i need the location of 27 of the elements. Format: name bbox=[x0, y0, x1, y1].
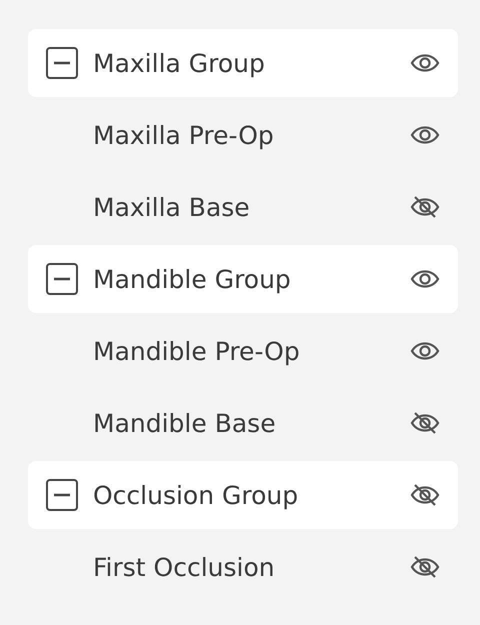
layer-label: Mandible Base bbox=[93, 408, 277, 438]
eye-icon[interactable] bbox=[410, 124, 440, 146]
layer-row[interactable]: Maxilla Base bbox=[28, 173, 458, 241]
eye-off-icon[interactable] bbox=[410, 556, 440, 578]
eye-icon[interactable] bbox=[410, 340, 440, 362]
layer-label: Mandible Pre-Op bbox=[93, 336, 301, 366]
layer-label: Maxilla Base bbox=[93, 192, 251, 222]
layer-label: Maxilla Pre-Op bbox=[93, 120, 275, 150]
collapse-toggle[interactable] bbox=[46, 47, 78, 79]
group-label: Occlusion Group bbox=[93, 480, 300, 510]
layer-row[interactable]: Mandible Pre-Op bbox=[28, 317, 458, 385]
group-row[interactable]: Mandible Group bbox=[28, 245, 458, 313]
group-row[interactable]: Occlusion Group bbox=[28, 461, 458, 529]
eye-icon[interactable] bbox=[410, 268, 440, 290]
layer-row[interactable]: First Occlusion bbox=[28, 533, 458, 601]
group-label: Mandible Group bbox=[93, 264, 292, 294]
group-label: Maxilla Group bbox=[93, 48, 266, 78]
layer-label: First Occlusion bbox=[93, 552, 276, 582]
eye-off-icon[interactable] bbox=[410, 484, 440, 506]
layer-row[interactable]: Mandible Base bbox=[28, 389, 458, 457]
eye-off-icon[interactable] bbox=[410, 412, 440, 434]
layer-row[interactable]: Maxilla Pre-Op bbox=[28, 101, 458, 169]
eye-off-icon[interactable] bbox=[410, 196, 440, 218]
collapse-toggle[interactable] bbox=[46, 479, 78, 511]
eye-icon[interactable] bbox=[410, 52, 440, 74]
group-row[interactable]: Maxilla Group bbox=[28, 29, 458, 97]
collapse-toggle[interactable] bbox=[46, 263, 78, 295]
